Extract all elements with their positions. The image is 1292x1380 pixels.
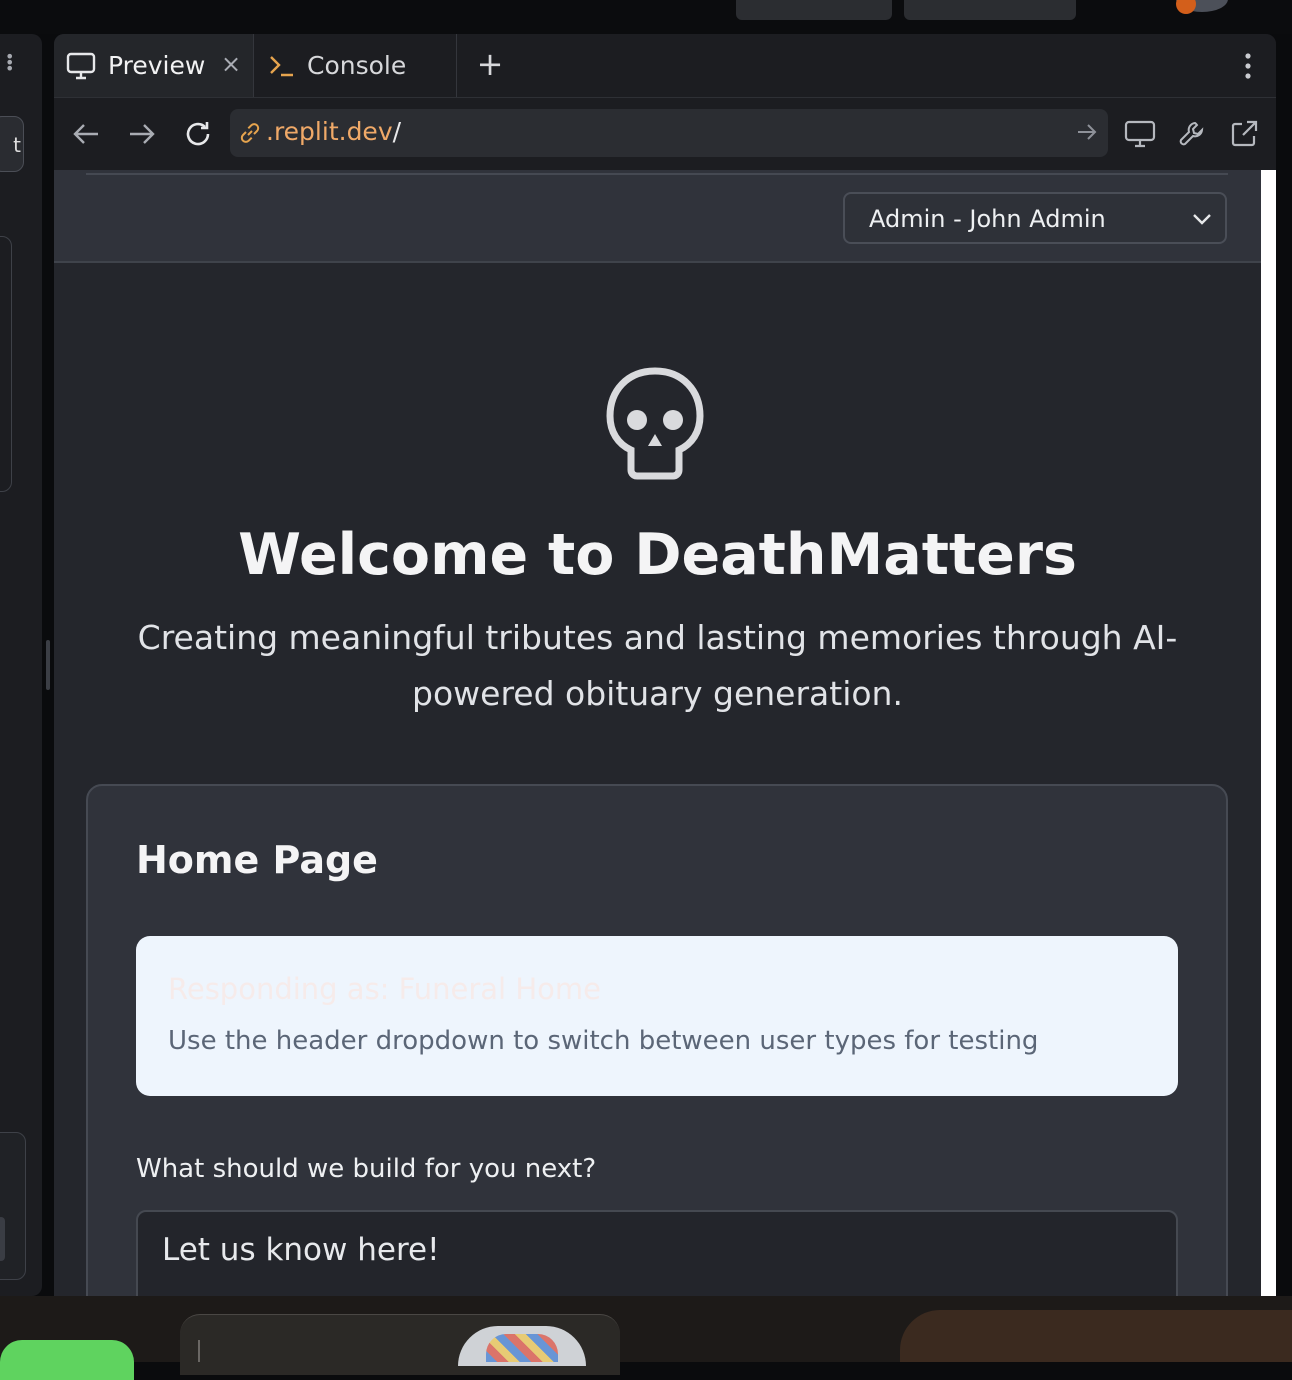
app-header: Admin - John Admin	[54, 170, 1261, 263]
page-title: Welcome to DeathMatters	[238, 522, 1077, 588]
arrow-right-icon[interactable]	[124, 116, 160, 152]
url-text: .replit.dev/	[266, 117, 401, 146]
kebab-menu-icon[interactable]	[1236, 50, 1260, 82]
trash-contents	[486, 1334, 558, 1362]
feedback-input-text: Let us know here!	[162, 1232, 440, 1268]
external-link-icon[interactable]	[1226, 116, 1262, 152]
left-editor-pane: • • • t	[0, 34, 42, 1296]
info-notice: Responding as: Funeral Home Use the head…	[136, 936, 1178, 1096]
tab-preview-label: Preview	[108, 51, 206, 80]
dock-separator	[198, 1340, 200, 1362]
left-panel-card	[0, 236, 12, 492]
left-panel-control[interactable]	[0, 1217, 5, 1261]
header-divider	[86, 173, 1228, 175]
monitor-icon[interactable]	[1122, 116, 1158, 152]
link-icon	[238, 121, 262, 149]
messages-app-icon[interactable]	[0, 1340, 134, 1380]
page-viewport: Admin - John Admin Welcome to DeathMatte…	[54, 170, 1261, 1296]
user-type-select-value: Admin - John Admin	[869, 205, 1106, 233]
feedback-input[interactable]: Let us know here!	[136, 1210, 1178, 1296]
notice-body: Use the header dropdown to switch betwee…	[168, 1026, 1039, 1056]
desktop-wallpaper	[900, 1310, 1292, 1362]
wrench-icon[interactable]	[1174, 116, 1210, 152]
preview-window: Preview × Console + .replit.dev/ Admin -…	[54, 34, 1276, 1296]
tab-bar: Preview × Console +	[54, 34, 1276, 98]
tab-console[interactable]: Console	[255, 34, 457, 97]
user-type-select[interactable]: Admin - John Admin	[843, 192, 1227, 244]
notification-badge-icon	[1176, 0, 1196, 14]
url-path: /	[392, 117, 402, 146]
kebab-menu-icon[interactable]: • • •	[5, 49, 14, 77]
card-title: Home Page	[136, 838, 378, 882]
reload-icon[interactable]	[180, 116, 216, 152]
left-panel-button-label: t	[13, 133, 21, 157]
top-bar-pill[interactable]	[736, 0, 892, 20]
address-bar: .replit.dev/	[54, 98, 1276, 170]
scrollbar[interactable]	[1261, 170, 1276, 1296]
system-top-strip	[0, 0, 1292, 34]
pane-resize-handle[interactable]	[46, 640, 50, 690]
tab-console-label: Console	[307, 51, 407, 80]
feedback-label: What should we build for you next?	[136, 1154, 597, 1184]
top-bar-pill[interactable]	[904, 0, 1076, 20]
hero-tagline: Creating meaningful tributes and lasting…	[137, 618, 1178, 713]
home-card: Home Page Responding as: Funeral Home Us…	[86, 784, 1228, 1296]
url-field[interactable]: .replit.dev/	[230, 109, 1108, 157]
terminal-icon	[267, 51, 297, 81]
arrow-right-icon[interactable]	[1076, 119, 1098, 149]
plus-icon[interactable]: +	[474, 48, 506, 80]
monitor-icon	[66, 51, 96, 81]
url-domain: .replit.dev	[266, 117, 393, 146]
left-panel-button[interactable]: t	[0, 116, 24, 172]
chevron-down-icon	[1191, 208, 1213, 234]
tab-preview[interactable]: Preview ×	[54, 34, 254, 97]
close-icon[interactable]: ×	[217, 50, 245, 78]
skull-icon	[605, 366, 705, 482]
notice-title: Responding as: Funeral Home	[168, 972, 601, 1006]
left-panel-card	[0, 1132, 26, 1280]
arrow-left-icon[interactable]	[68, 116, 104, 152]
